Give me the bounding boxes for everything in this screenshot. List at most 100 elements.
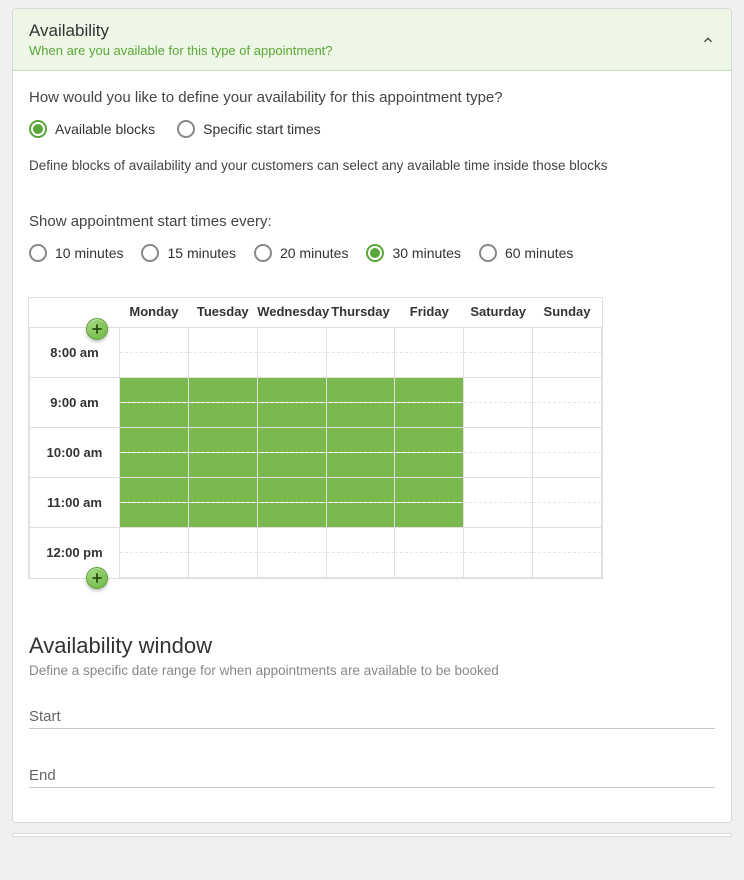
radio-icon: [177, 120, 195, 138]
calendar-slot[interactable]: [188, 553, 257, 578]
calendar-slot[interactable]: [120, 528, 189, 553]
interval-option[interactable]: 10 minutes: [29, 244, 123, 262]
calendar-slot[interactable]: [257, 428, 326, 453]
radio-label: Available blocks: [55, 121, 155, 137]
calendar-slot[interactable]: [395, 328, 464, 353]
calendar-slot[interactable]: [188, 403, 257, 428]
define-availability-question: How would you like to define your availa…: [29, 89, 715, 106]
calendar-slot[interactable]: [464, 378, 533, 403]
calendar-slot[interactable]: [464, 453, 533, 478]
interval-options: 10 minutes 15 minutes 20 minutes 30 minutes…: [29, 244, 715, 262]
start-date-label: Start: [29, 708, 715, 728]
calendar-slot[interactable]: [120, 478, 189, 503]
calendar-slot[interactable]: [464, 478, 533, 503]
calendar-slot[interactable]: [395, 428, 464, 453]
calendar-slot[interactable]: [257, 403, 326, 428]
calendar-slot[interactable]: [188, 453, 257, 478]
calendar-slot[interactable]: [257, 478, 326, 503]
calendar-slot[interactable]: [257, 378, 326, 403]
calendar-slot[interactable]: [533, 503, 602, 528]
calendar-slot[interactable]: [257, 328, 326, 353]
calendar-slot[interactable]: [188, 378, 257, 403]
end-date-field[interactable]: End: [29, 767, 715, 788]
calendar-slot[interactable]: [464, 428, 533, 453]
calendar-slot[interactable]: [188, 528, 257, 553]
availability-window-subtitle: Define a specific date range for when ap…: [29, 663, 715, 678]
calendar-slot[interactable]: [188, 428, 257, 453]
calendar-slot[interactable]: [533, 328, 602, 353]
calendar-slot[interactable]: [395, 528, 464, 553]
calendar-slot[interactable]: [464, 503, 533, 528]
radio-icon: [29, 244, 47, 262]
day-column-header: Monday: [120, 298, 189, 328]
start-date-field[interactable]: Start: [29, 708, 715, 729]
interval-option[interactable]: 60 minutes: [479, 244, 573, 262]
calendar-slot[interactable]: [464, 403, 533, 428]
calendar-slot[interactable]: [326, 378, 395, 403]
define-availability-option[interactable]: Available blocks: [29, 120, 155, 138]
calendar-slot[interactable]: [257, 453, 326, 478]
calendar-slot[interactable]: [120, 428, 189, 453]
calendar-slot[interactable]: [120, 453, 189, 478]
calendar-slot[interactable]: [326, 328, 395, 353]
calendar-slot[interactable]: [120, 503, 189, 528]
calendar-slot[interactable]: [533, 478, 602, 503]
start-date-underline: [29, 728, 715, 729]
time-row-label: 9:00 am: [30, 378, 120, 428]
calendar-slot[interactable]: [326, 478, 395, 503]
calendar-slot[interactable]: [257, 553, 326, 578]
calendar-slot[interactable]: [188, 503, 257, 528]
radio-icon: [254, 244, 272, 262]
calendar-slot[interactable]: [326, 503, 395, 528]
day-column-header: Saturday: [464, 298, 533, 328]
calendar-slot[interactable]: [464, 328, 533, 353]
calendar-slot[interactable]: [326, 428, 395, 453]
add-time-after-button[interactable]: [86, 567, 108, 589]
calendar-slot[interactable]: [395, 478, 464, 503]
calendar-slot[interactable]: [188, 478, 257, 503]
calendar-slot[interactable]: [395, 378, 464, 403]
calendar-slot[interactable]: [533, 378, 602, 403]
calendar-slot[interactable]: [395, 503, 464, 528]
calendar-slot[interactable]: [395, 353, 464, 378]
calendar-slot[interactable]: [257, 528, 326, 553]
calendar-slot[interactable]: [533, 353, 602, 378]
interval-option[interactable]: 20 minutes: [254, 244, 348, 262]
calendar-slot[interactable]: [533, 403, 602, 428]
availability-header[interactable]: Availability When are you available for …: [13, 9, 731, 71]
calendar-slot[interactable]: [464, 353, 533, 378]
calendar-slot[interactable]: [464, 528, 533, 553]
calendar-slot[interactable]: [395, 453, 464, 478]
time-row-label: 12:00 pm: [30, 528, 120, 578]
interval-option[interactable]: 15 minutes: [141, 244, 235, 262]
calendar-slot[interactable]: [326, 553, 395, 578]
calendar-slot[interactable]: [395, 403, 464, 428]
define-availability-option[interactable]: Specific start times: [177, 120, 320, 138]
radio-icon: [141, 244, 159, 262]
calendar-slot[interactable]: [464, 553, 533, 578]
add-time-before-button[interactable]: [86, 318, 108, 340]
interval-question: Show appointment start times every:: [29, 213, 715, 230]
calendar-slot[interactable]: [188, 328, 257, 353]
radio-label: 60 minutes: [505, 245, 573, 261]
calendar-slot[interactable]: [326, 403, 395, 428]
calendar-slot[interactable]: [120, 353, 189, 378]
calendar-slot[interactable]: [120, 378, 189, 403]
calendar-slot[interactable]: [395, 553, 464, 578]
calendar-slot[interactable]: [257, 503, 326, 528]
interval-option[interactable]: 30 minutes: [366, 244, 460, 262]
calendar-slot[interactable]: [326, 453, 395, 478]
calendar-slot[interactable]: [533, 428, 602, 453]
calendar-slot[interactable]: [120, 553, 189, 578]
calendar-slot[interactable]: [257, 353, 326, 378]
calendar-slot[interactable]: [326, 528, 395, 553]
define-availability-options: Available blocks Specific start times: [29, 120, 715, 138]
calendar-slot[interactable]: [188, 353, 257, 378]
calendar-slot[interactable]: [533, 553, 602, 578]
calendar-slot[interactable]: [533, 453, 602, 478]
calendar-slot[interactable]: [326, 353, 395, 378]
calendar-slot[interactable]: [533, 528, 602, 553]
day-column-header: Tuesday: [188, 298, 257, 328]
calendar-slot[interactable]: [120, 328, 189, 353]
calendar-slot[interactable]: [120, 403, 189, 428]
